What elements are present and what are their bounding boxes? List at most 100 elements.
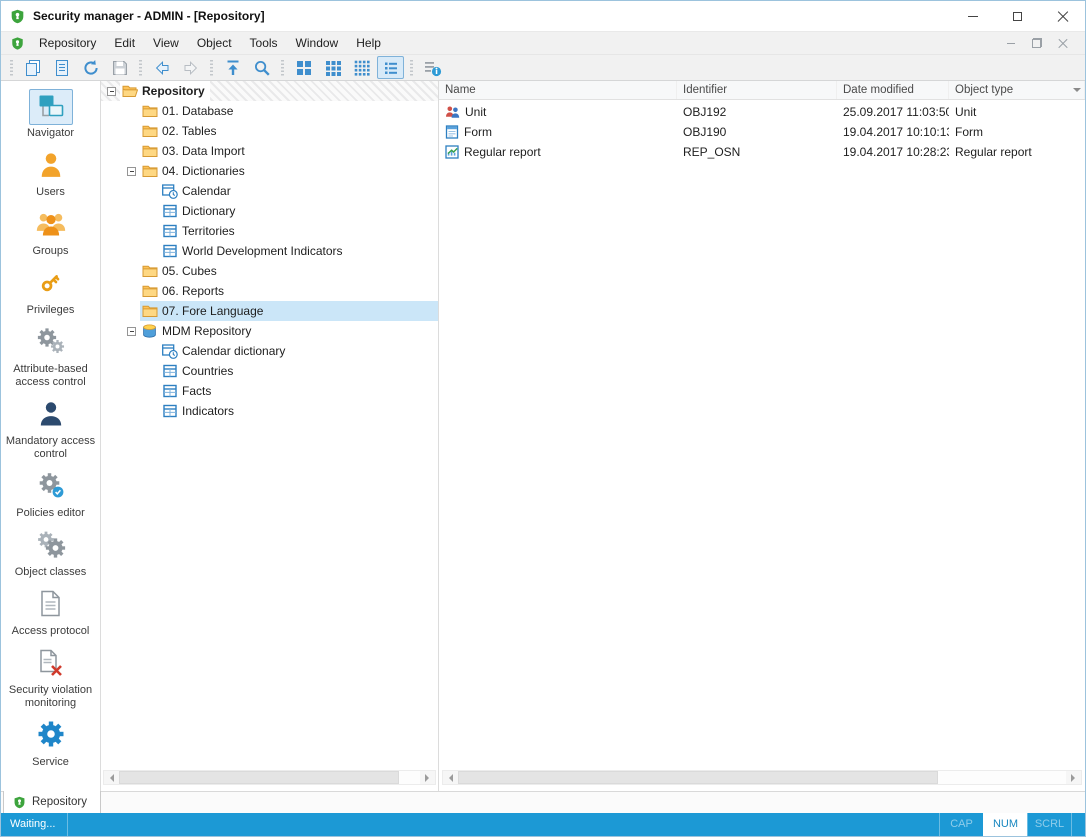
menu-view[interactable]: View: [144, 32, 188, 55]
list-row-form[interactable]: FormOBJ19019.04.2017 10:10:13Form: [439, 122, 1085, 142]
sidebar-item-service[interactable]: Service: [1, 718, 100, 769]
menu-tools[interactable]: Tools: [241, 32, 287, 55]
forward-button[interactable]: [177, 56, 204, 79]
mdi-window-controls: [1001, 34, 1085, 52]
tree-item-indicators[interactable]: Indicators: [101, 401, 438, 421]
table-icon: [161, 224, 178, 238]
toolbar-grip[interactable]: [10, 60, 13, 76]
scroll-right-icon[interactable]: [1066, 771, 1081, 784]
new-document-button[interactable]: [19, 56, 46, 79]
tree-item-territories[interactable]: Territories: [101, 221, 438, 241]
tab-repository[interactable]: Repository: [3, 791, 101, 814]
tree-item-countries[interactable]: Countries: [101, 361, 438, 381]
properties-icon: [423, 59, 442, 77]
list-row-regular-report[interactable]: Regular reportREP_OSN19.04.2017 10:28:23…: [439, 142, 1085, 162]
column-header-date-modified[interactable]: Date modified: [837, 81, 949, 99]
app-logo-icon: [10, 9, 25, 24]
tree-item-facts[interactable]: Facts: [101, 381, 438, 401]
save-icon: [111, 59, 129, 77]
tree-item-01-database[interactable]: 01. Database: [101, 101, 438, 121]
list-scroll-thumb[interactable]: [458, 771, 938, 784]
properties-button[interactable]: [419, 56, 446, 79]
column-header-object-type[interactable]: Object type: [949, 81, 1085, 99]
list-horizontal-scrollbar[interactable]: [442, 770, 1082, 785]
table-icon: [161, 364, 178, 378]
sidebar-item-navigator[interactable]: Navigator: [1, 89, 100, 140]
scroll-right-icon[interactable]: [420, 771, 435, 784]
mdi-restore-button[interactable]: [1027, 34, 1047, 52]
open-document-button[interactable]: [48, 56, 75, 79]
menu-repository[interactable]: Repository: [30, 32, 105, 55]
view-small-icons-button[interactable]: [348, 56, 375, 79]
menu-object[interactable]: Object: [188, 32, 241, 55]
list-scroll-track[interactable]: [458, 771, 1066, 784]
tree-item-07-fore-language[interactable]: 07. Fore Language: [101, 301, 438, 321]
column-menu-button[interactable]: [1069, 81, 1085, 99]
sidebar-item-groups[interactable]: Groups: [1, 207, 100, 258]
move-to-top-button[interactable]: [219, 56, 246, 79]
tree-item-05-cubes[interactable]: 05. Cubes: [101, 261, 438, 281]
tree-item-02-tables[interactable]: 02. Tables: [101, 121, 438, 141]
access-protocol-icon: [39, 590, 62, 620]
scroll-left-icon[interactable]: [104, 771, 119, 784]
tree-item-label: 02. Tables: [162, 124, 217, 138]
tree-item-03-data-import[interactable]: 03. Data Import: [101, 141, 438, 161]
mdi-close-button[interactable]: [1053, 34, 1073, 52]
object-classes-icon: [36, 530, 66, 561]
back-button[interactable]: [148, 56, 175, 79]
view-details-button[interactable]: [377, 56, 404, 79]
save-button[interactable]: [106, 56, 133, 79]
tree-item-calendar[interactable]: Calendar: [101, 181, 438, 201]
tree-item-repository[interactable]: Repository: [101, 81, 438, 101]
folder-icon: [141, 144, 158, 158]
search-button[interactable]: [248, 56, 275, 79]
close-button[interactable]: [1040, 1, 1085, 31]
sidebar-item-users[interactable]: Users: [1, 148, 100, 199]
tree-item-04-dictionaries[interactable]: 04. Dictionaries: [101, 161, 438, 181]
sidebar-item-security-violation-monitoring[interactable]: Security violation monitoring: [1, 646, 100, 710]
tree-item-06-reports[interactable]: 06. Reports: [101, 281, 438, 301]
tree-horizontal-scrollbar[interactable]: [103, 770, 436, 785]
menu-help[interactable]: Help: [347, 32, 390, 55]
column-header-identifier[interactable]: Identifier: [677, 81, 837, 99]
status-key-cap: CAP: [939, 813, 983, 836]
tree-item-calendar-dictionary[interactable]: Calendar dictionary: [101, 341, 438, 361]
system-menu-icon[interactable]: [11, 36, 25, 50]
sidebar-item-policies-editor[interactable]: Policies editor: [1, 469, 100, 520]
mdi-minimize-icon: [1007, 43, 1015, 44]
folder-icon: [141, 264, 158, 278]
refresh-button[interactable]: [77, 56, 104, 79]
tree-item-dictionary[interactable]: Dictionary: [101, 201, 438, 221]
window-title: Security manager - ADMIN - [Repository]: [33, 9, 265, 23]
tree-scroll-track[interactable]: [119, 771, 420, 784]
sidebar-item-object-classes[interactable]: Object classes: [1, 528, 100, 579]
tree-item-label: Countries: [182, 364, 233, 378]
repository-tree: Repository01. Database 02. Tables 03. Data…: [101, 81, 438, 765]
view-medium-icons-button[interactable]: [319, 56, 346, 79]
tree-expander-icon[interactable]: [107, 87, 116, 96]
tree-scroll-thumb[interactable]: [119, 771, 399, 784]
minimize-button[interactable]: [950, 1, 995, 31]
move-to-top-icon: [224, 59, 242, 77]
tree-expander-icon[interactable]: [127, 167, 136, 176]
menu-window[interactable]: Window: [287, 32, 348, 55]
sidebar-item-label: Users: [36, 186, 65, 199]
maximize-button[interactable]: [995, 1, 1040, 31]
list-row-unit[interactable]: UnitOBJ19225.09.2017 11:03:50Unit: [439, 102, 1085, 122]
sidebar-item-access-protocol[interactable]: Access protocol: [1, 587, 100, 638]
tree-item-label: Dictionary: [182, 204, 235, 218]
sidebar-item-mandatory-access-control[interactable]: Mandatory access control: [1, 397, 100, 461]
tree-item-label: Calendar dictionary: [182, 344, 285, 358]
mdi-minimize-button[interactable]: [1001, 34, 1021, 52]
tree-item-mdm-repository[interactable]: MDM Repository: [101, 321, 438, 341]
sidebar-item-attribute-based-access-control[interactable]: Attribute-based access control: [1, 325, 100, 389]
sidebar-item-privileges[interactable]: Privileges: [1, 266, 100, 317]
tree-expander-icon[interactable]: [127, 327, 136, 336]
view-large-icons-button[interactable]: [290, 56, 317, 79]
scroll-left-icon[interactable]: [443, 771, 458, 784]
column-header-name[interactable]: Name: [439, 81, 677, 99]
list-cell-date-modified: 19.04.2017 10:10:13: [837, 125, 949, 139]
status-bar: Waiting... CAPNUMSCRL: [1, 813, 1085, 836]
menu-edit[interactable]: Edit: [105, 32, 144, 55]
tree-item-world-development-indicators[interactable]: World Development Indicators: [101, 241, 438, 261]
